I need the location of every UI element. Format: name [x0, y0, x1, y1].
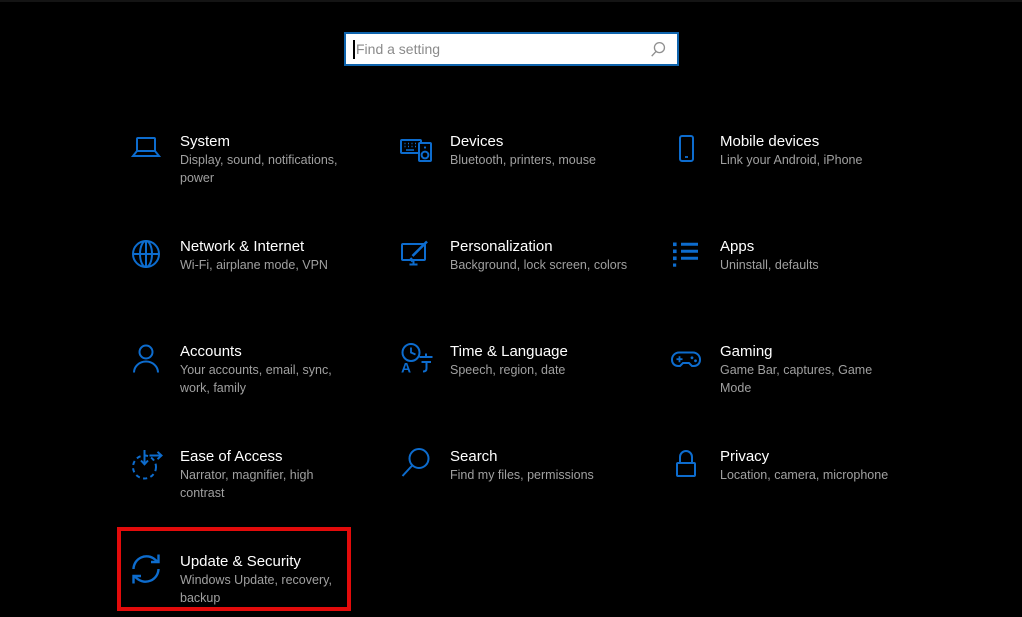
tile-subtitle: Bluetooth, printers, mouse: [450, 152, 596, 170]
tile-subtitle: Wi-Fi, airplane mode, VPN: [180, 257, 328, 275]
tile-title: Accounts: [180, 342, 332, 362]
tile-accounts[interactable]: Accounts Your accounts, email, sync, wor…: [117, 328, 387, 433]
lock-icon: [668, 446, 704, 482]
tile-privacy[interactable]: Privacy Location, camera, microphone: [657, 433, 927, 538]
tile-title: System: [180, 132, 338, 152]
tile-title: Update & Security: [180, 552, 332, 572]
tile-title: Ease of Access: [180, 447, 313, 467]
sync-icon: [128, 551, 164, 587]
tile-time-language[interactable]: A Time & Language Speech, region, date: [387, 328, 657, 433]
search-input[interactable]: [346, 34, 677, 64]
tile-subtitle: Display, sound, notifications, power: [180, 152, 338, 187]
settings-category-grid: System Display, sound, notifications, po…: [117, 118, 927, 617]
monitor-brush-icon: [398, 236, 434, 272]
gamepad-icon: [668, 341, 704, 377]
tile-title: Search: [450, 447, 594, 467]
tile-title: Network & Internet: [180, 237, 328, 257]
tile-title: Time & Language: [450, 342, 568, 362]
tile-update-security[interactable]: Update & Security Windows Update, recove…: [117, 538, 387, 617]
accessibility-arrows-icon: [128, 446, 164, 482]
tile-title: Mobile devices: [720, 132, 862, 152]
search-icon: [650, 41, 667, 58]
tile-title: Personalization: [450, 237, 627, 257]
tile-mobile-devices[interactable]: Mobile devices Link your Android, iPhone: [657, 118, 927, 223]
search-box[interactable]: [344, 32, 679, 66]
clock-language-icon: A: [398, 341, 434, 377]
tile-subtitle: Uninstall, defaults: [720, 257, 819, 275]
tile-subtitle: Link your Android, iPhone: [720, 152, 862, 170]
tile-subtitle: Background, lock screen, colors: [450, 257, 627, 275]
svg-text:A: A: [401, 360, 411, 376]
settings-window: System Display, sound, notifications, po…: [0, 0, 1022, 617]
magnifier-icon: [398, 446, 434, 482]
tile-network-internet[interactable]: Network & Internet Wi-Fi, airplane mode,…: [117, 223, 387, 328]
tile-gaming[interactable]: Gaming Game Bar, captures, Game Mode: [657, 328, 927, 433]
globe-icon: [128, 236, 164, 272]
tile-subtitle: Your accounts, email, sync, work, family: [180, 362, 332, 397]
tile-title: Apps: [720, 237, 819, 257]
person-icon: [128, 341, 164, 377]
text-caret: [353, 40, 355, 59]
tile-apps[interactable]: Apps Uninstall, defaults: [657, 223, 927, 328]
tile-system[interactable]: System Display, sound, notifications, po…: [117, 118, 387, 223]
tile-subtitle: Windows Update, recovery, backup: [180, 572, 332, 607]
list-icon: [668, 236, 704, 272]
tile-ease-of-access[interactable]: Ease of Access Narrator, magnifier, high…: [117, 433, 387, 538]
tile-subtitle: Location, camera, microphone: [720, 467, 888, 485]
tile-devices[interactable]: Devices Bluetooth, printers, mouse: [387, 118, 657, 223]
tile-search[interactable]: Search Find my files, permissions: [387, 433, 657, 538]
tile-subtitle: Speech, region, date: [450, 362, 568, 380]
laptop-icon: [128, 131, 164, 167]
phone-icon: [668, 131, 704, 167]
tile-title: Privacy: [720, 447, 888, 467]
tile-title: Gaming: [720, 342, 872, 362]
tile-personalization[interactable]: Personalization Background, lock screen,…: [387, 223, 657, 328]
tile-subtitle: Game Bar, captures, Game Mode: [720, 362, 872, 397]
tile-title: Devices: [450, 132, 596, 152]
window-top-edge: [0, 0, 1022, 2]
tile-subtitle: Narrator, magnifier, high contrast: [180, 467, 313, 502]
tile-subtitle: Find my files, permissions: [450, 467, 594, 485]
keyboard-speaker-icon: [398, 131, 434, 167]
